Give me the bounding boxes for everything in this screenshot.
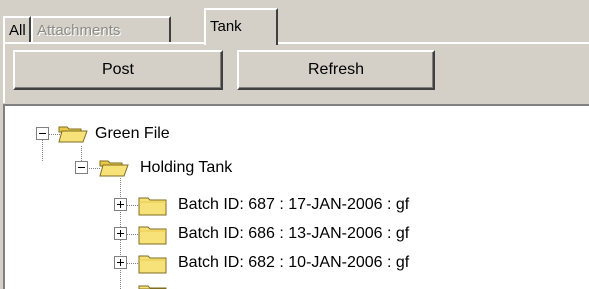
tab-tank-label: Tank (210, 18, 242, 35)
folder-open-icon (58, 126, 88, 143)
tab-attachments-label: Attachments (37, 22, 121, 39)
folder-closed-icon (138, 285, 167, 289)
collapse-icon[interactable] (36, 127, 50, 141)
refresh-button[interactable]: Refresh (237, 50, 435, 90)
expand-icon[interactable] (114, 227, 128, 241)
tree-node-batch[interactable]: Batch ID: 686 : 13-JAN-2006 : gf (5, 222, 589, 246)
tree-node-green-file[interactable]: Green File (5, 122, 589, 146)
expand-icon[interactable] (114, 256, 128, 270)
tab-all-label: All (9, 22, 26, 39)
tree-node-label: Batch ID: 686 : 13-JAN-2006 : gf (178, 225, 410, 242)
tree-node-label: Batch ID: 682 : 10-JAN-2006 : gf (178, 254, 410, 271)
post-button[interactable]: Post (13, 50, 223, 90)
tab-attachments[interactable]: Attachments (31, 16, 171, 43)
tab-strip: All Attachments Tank (3, 3, 589, 45)
collapse-icon[interactable] (75, 161, 89, 175)
tab-all[interactable]: All (3, 16, 31, 43)
expand-icon[interactable] (114, 198, 128, 212)
toolbar: Post Refresh (3, 41, 589, 103)
folder-closed-icon (138, 197, 167, 216)
application-window: All Attachments Tank Post Refresh Green … (0, 0, 589, 289)
post-button-label: Post (101, 61, 134, 78)
folder-closed-icon (138, 226, 167, 245)
folder-open-icon (99, 160, 129, 177)
tree-node-label: Green File (95, 125, 170, 142)
tree-node-label: Batch ID: 687 : 17-JAN-2006 : gf (178, 196, 410, 213)
tree-view[interactable]: Green File Holding Tank Batch ID: 687: … (3, 104, 589, 289)
tab-tank[interactable]: Tank (204, 8, 278, 45)
tree-node-batch[interactable]: Batch ID: 682 : 10-JAN-2006 : gf (5, 251, 589, 275)
tree-node-holding-tank[interactable]: Holding Tank (5, 156, 589, 180)
tree-node-batch[interactable]: Batch ID: 687 : 17-JAN-2006 : gf (5, 193, 589, 217)
refresh-button-label: Refresh (307, 61, 365, 78)
tree-node-label: Holding Tank (140, 159, 233, 176)
folder-closed-icon (138, 255, 167, 274)
